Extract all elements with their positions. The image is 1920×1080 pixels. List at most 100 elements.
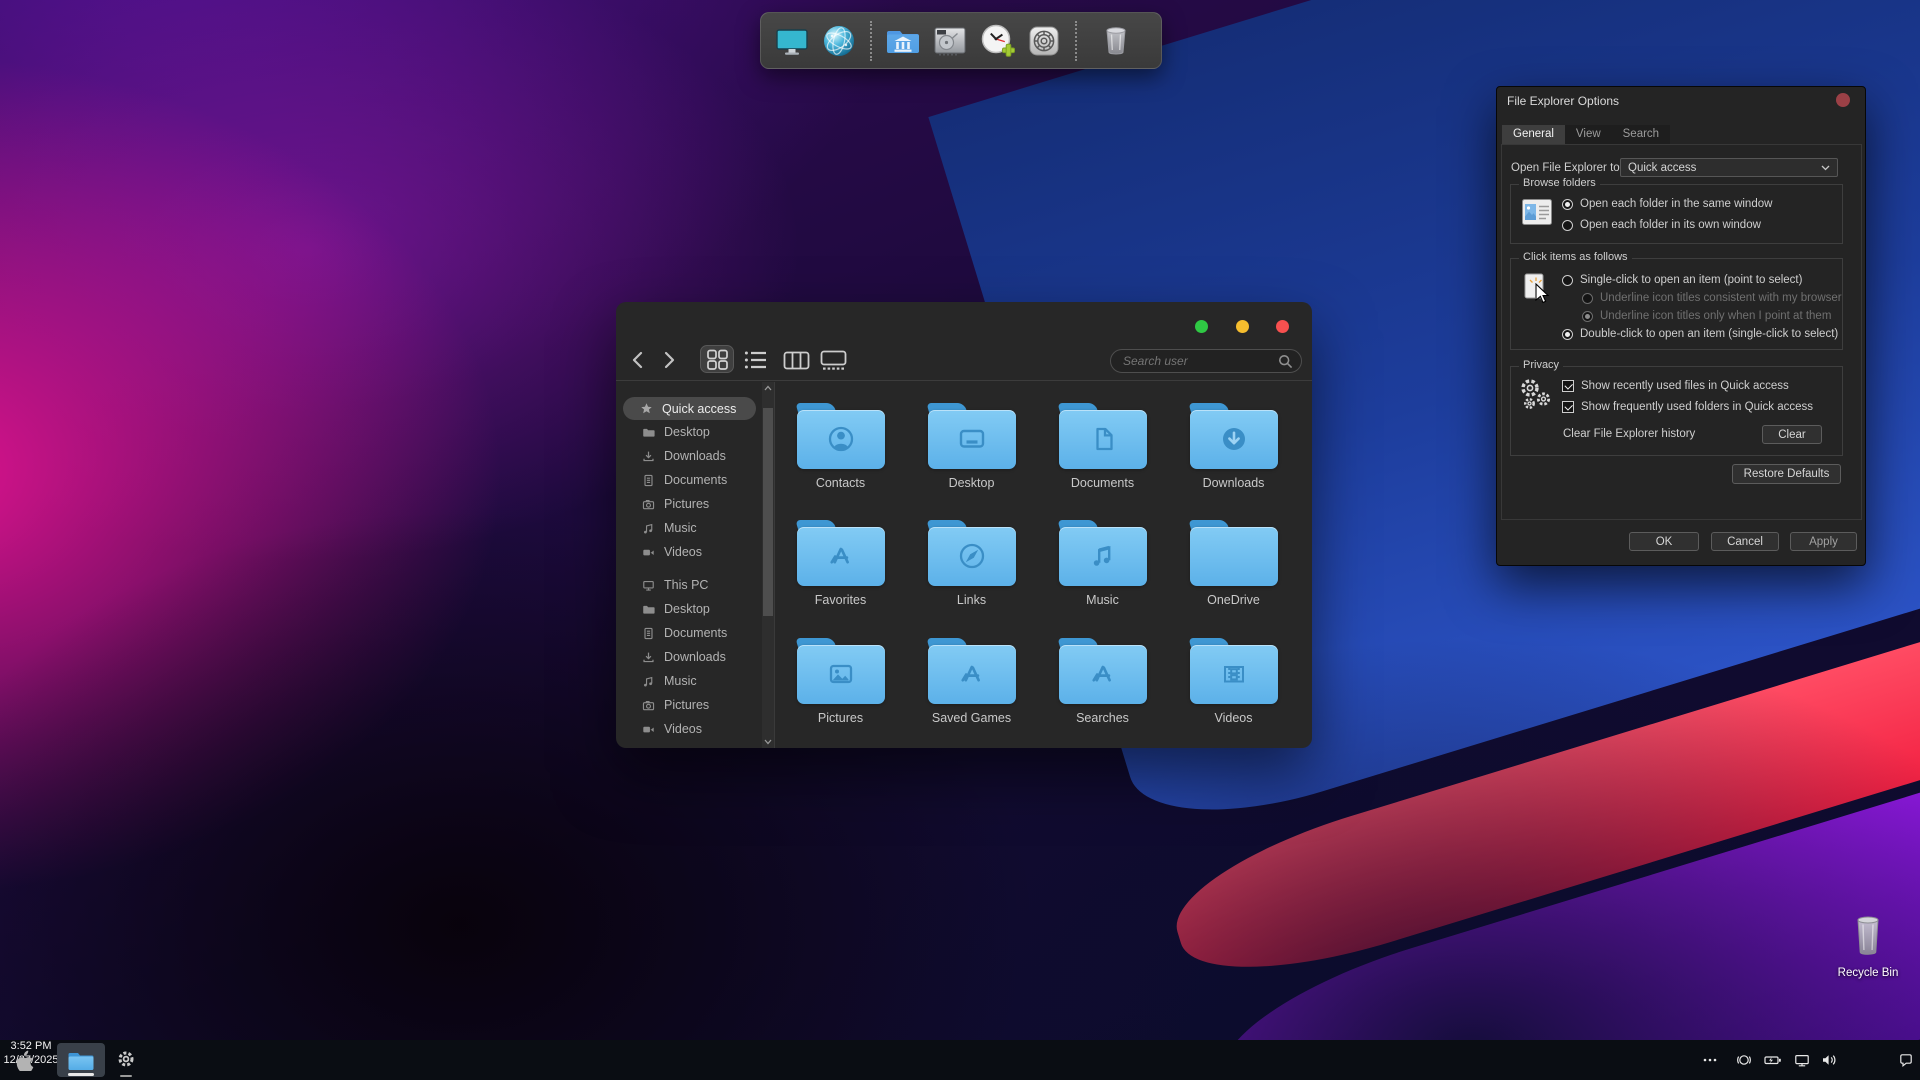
sidebar-item-quick-access[interactable]: Quick access	[623, 397, 756, 420]
radio-button[interactable]	[1562, 329, 1573, 340]
checkbox-recent-files[interactable]: Show recently used files in Quick access	[1562, 380, 1789, 392]
taskbar-file-explorer-button[interactable]	[57, 1043, 105, 1077]
open-to-dropdown[interactable]: Quick access	[1620, 158, 1838, 177]
video-camera-icon	[642, 546, 655, 559]
start-apple-icon[interactable]	[15, 1049, 34, 1071]
hard-drive-icon[interactable]	[928, 17, 972, 65]
apply-button[interactable]: Apply	[1790, 532, 1857, 551]
window-zoom-button[interactable]	[1195, 320, 1208, 333]
checkbox-label: Show recently used files in Quick access	[1581, 380, 1789, 392]
checkbox-frequent-folders[interactable]: Show frequently used folders in Quick ac…	[1562, 401, 1813, 413]
system-preferences-icon[interactable]	[1022, 17, 1066, 65]
radio-label: Open each folder in its own window	[1580, 219, 1761, 231]
list-view-button[interactable]	[743, 349, 769, 376]
folder-icon	[1190, 403, 1278, 469]
radio-same-window[interactable]: Open each folder in the same window	[1562, 198, 1772, 210]
folder-item-pictures[interactable]: Pictures	[775, 638, 906, 748]
sidebar-item-label: Documents	[664, 626, 727, 640]
sidebar-scrollbar[interactable]	[762, 382, 774, 748]
tray-notifications-icon[interactable]	[1898, 1052, 1914, 1068]
sidebar-item-pc-videos[interactable]: Videos	[616, 717, 762, 741]
ok-button[interactable]: OK	[1629, 532, 1699, 551]
sidebar-item-videos[interactable]: Videos	[616, 540, 762, 564]
radio-button[interactable]	[1582, 311, 1593, 322]
grid-view-button[interactable]	[700, 345, 734, 373]
taskbar-settings-gear-icon[interactable]	[116, 1049, 136, 1071]
sidebar-item-pc-downloads[interactable]: Downloads	[616, 645, 762, 669]
radio-own-window[interactable]: Open each folder in its own window	[1562, 219, 1761, 231]
sidebar-item-music[interactable]: Music	[616, 516, 762, 540]
search-input[interactable]	[1110, 349, 1302, 373]
checkbox[interactable]	[1562, 380, 1574, 392]
window-minimize-button[interactable]	[1236, 320, 1249, 333]
folder-item-downloads[interactable]: Downloads	[1168, 403, 1299, 515]
columns-view-button[interactable]	[783, 351, 810, 376]
library-folder-icon[interactable]	[881, 17, 925, 65]
radio-single-click[interactable]: Single-click to open an item (point to s…	[1562, 274, 1802, 286]
displays-icon[interactable]	[770, 17, 814, 65]
radio-button[interactable]	[1562, 220, 1573, 231]
app-store-icon	[954, 656, 990, 692]
window-close-button[interactable]	[1276, 320, 1289, 333]
app-store-icon	[1085, 656, 1121, 692]
folder-item-contacts[interactable]: Contacts	[775, 403, 906, 515]
network-globe-icon[interactable]	[817, 17, 861, 65]
folder-item-onedrive[interactable]: OneDrive	[1168, 520, 1299, 632]
checkbox[interactable]	[1562, 401, 1574, 413]
tab-view[interactable]: View	[1565, 125, 1612, 144]
cancel-button[interactable]: Cancel	[1711, 532, 1779, 551]
folder-icon	[642, 426, 655, 439]
dialog-tabs: General View Search	[1502, 125, 1670, 144]
group-legend: Click items as follows	[1519, 251, 1632, 263]
folder-item-videos[interactable]: Videos	[1168, 638, 1299, 748]
tab-search[interactable]: Search	[1612, 125, 1670, 144]
tray-network-icon[interactable]	[1794, 1052, 1810, 1068]
sidebar-item-downloads[interactable]: Downloads	[616, 444, 762, 468]
tray-battery-icon[interactable]	[1764, 1052, 1782, 1068]
scrollbar-thumb[interactable]	[763, 408, 773, 616]
scroll-up-icon[interactable]	[764, 385, 772, 391]
radio-underline-point[interactable]: Underline icon titles only when I point …	[1582, 310, 1831, 322]
scroll-down-icon[interactable]	[764, 739, 772, 745]
radio-button[interactable]	[1562, 199, 1573, 210]
dialog-close-button[interactable]	[1836, 93, 1850, 107]
clear-button[interactable]: Clear	[1762, 425, 1822, 444]
sidebar-item-pc-pictures[interactable]: Pictures	[616, 693, 762, 717]
taskbar: 3:52 PM 12/27/2025	[0, 1040, 1920, 1080]
radio-double-click[interactable]: Double-click to open an item (single-cli…	[1562, 328, 1838, 340]
tray-volume-icon[interactable]	[1821, 1052, 1837, 1068]
radio-underline-browser[interactable]: Underline icon titles consistent with my…	[1582, 292, 1842, 304]
recycle-bin-desktop-icon[interactable]: Recycle Bin	[1818, 912, 1918, 979]
time-machine-clock-icon[interactable]	[975, 17, 1019, 65]
sidebar-item-pc-music[interactable]: Music	[616, 669, 762, 693]
radio-button[interactable]	[1582, 293, 1593, 304]
tray-overflow-icon[interactable]	[1702, 1052, 1718, 1068]
sidebar-item-pictures[interactable]: Pictures	[616, 492, 762, 516]
back-button[interactable]	[629, 350, 647, 375]
sidebar-item-label: Desktop	[664, 602, 710, 616]
folder-label: Desktop	[906, 476, 1037, 490]
trash-icon[interactable]	[1094, 17, 1138, 65]
folder-item-saved-games[interactable]: Saved Games	[906, 638, 1037, 748]
radio-button[interactable]	[1562, 275, 1573, 286]
folder-item-links[interactable]: Links	[906, 520, 1037, 632]
sidebar-item-this-pc[interactable]: This PC	[616, 573, 762, 597]
file-explorer-icon	[68, 1050, 94, 1071]
folder-label: Pictures	[775, 711, 906, 725]
restore-defaults-button[interactable]: Restore Defaults	[1732, 464, 1841, 484]
tray-cast-icon[interactable]	[1736, 1052, 1752, 1068]
grid-view-icon	[705, 348, 730, 371]
sidebar-item-documents[interactable]: Documents	[616, 468, 762, 492]
folder-item-desktop[interactable]: Desktop	[906, 403, 1037, 515]
forward-button[interactable]	[660, 350, 678, 375]
gallery-view-button[interactable]	[820, 350, 847, 376]
sidebar-item-desktop[interactable]: Desktop	[616, 420, 762, 444]
folder-item-documents[interactable]: Documents	[1037, 403, 1168, 515]
sidebar-item-pc-desktop[interactable]: Desktop	[616, 597, 762, 621]
film-strip-icon	[1216, 656, 1252, 692]
folder-item-music[interactable]: Music	[1037, 520, 1168, 632]
folder-item-favorites[interactable]: Favorites	[775, 520, 906, 632]
tab-general[interactable]: General	[1502, 125, 1565, 144]
folder-item-searches[interactable]: Searches	[1037, 638, 1168, 748]
sidebar-item-pc-documents[interactable]: Documents	[616, 621, 762, 645]
